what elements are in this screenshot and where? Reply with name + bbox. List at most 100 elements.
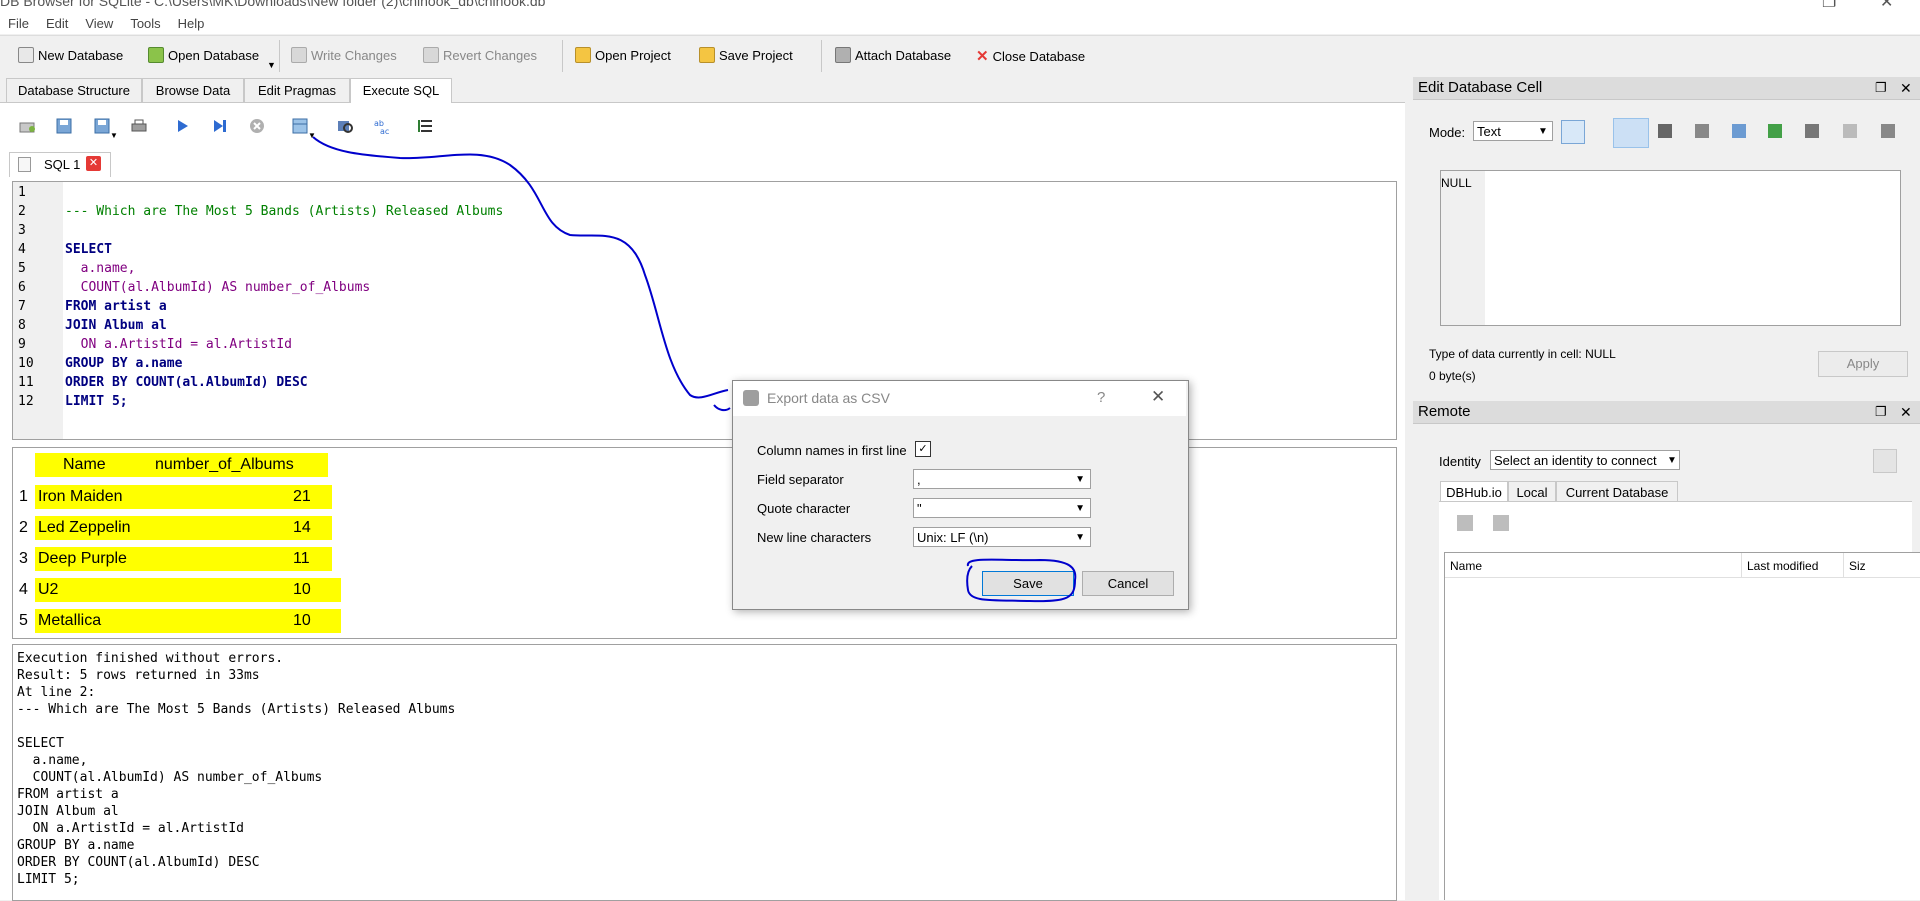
cancel-button[interactable]: Cancel: [1082, 571, 1174, 596]
column-header[interactable]: Name: [1450, 559, 1482, 573]
execution-log[interactable]: Execution finished without errors. Resul…: [12, 644, 1397, 901]
sql-editor[interactable]: 1 2 3 4 5 6 7 8 9 10 11 12 --- Which are…: [12, 181, 1397, 440]
identity-settings-icon[interactable]: [1873, 449, 1897, 473]
column-header[interactable]: Last modified: [1747, 559, 1818, 573]
save-sql-file-icon[interactable]: [93, 117, 111, 135]
results-grid[interactable]: Name number_of_Albums 1 Iron Maiden 21 2…: [12, 447, 1397, 639]
open-project-button[interactable]: Open Project: [575, 47, 671, 63]
open-project-icon: [575, 47, 591, 63]
column-names-checkbox[interactable]: ✓: [915, 441, 931, 457]
import-icon[interactable]: [1695, 124, 1709, 138]
write-changes-icon: [291, 47, 307, 63]
close-dock-icon[interactable]: ✕: [1900, 77, 1912, 99]
cell-image-icon[interactable]: [1805, 124, 1819, 138]
print-icon[interactable]: [130, 117, 148, 135]
column-header-count[interactable]: number_of_Albums: [155, 456, 294, 474]
table-cell[interactable]: 11: [293, 550, 310, 568]
code-line-2: --- Which are The Most 5 Bands (Artists)…: [65, 204, 504, 219]
table-row[interactable]: Iron Maiden: [38, 488, 123, 506]
close-database-button[interactable]: ✕ Close Database: [976, 47, 1085, 65]
code-line-4: SELECT: [65, 242, 112, 257]
table-row[interactable]: Metallica: [38, 612, 101, 630]
table-cell[interactable]: 21: [293, 488, 311, 506]
open-sql-file-icon[interactable]: [55, 117, 73, 135]
refresh-icon[interactable]: [1457, 515, 1473, 531]
save-results-view-icon[interactable]: [291, 117, 309, 135]
find-text-icon[interactable]: [336, 117, 354, 135]
help-icon[interactable]: ?: [1097, 389, 1105, 406]
float-dock-icon[interactable]: ❐: [1875, 77, 1887, 99]
table-row[interactable]: U2: [38, 581, 58, 599]
close-tab-icon[interactable]: ✕: [86, 156, 101, 171]
main-tabs: Database Structure Browse Data Edit Prag…: [0, 78, 1405, 103]
cell-size-info: 0 byte(s): [1429, 369, 1476, 383]
close-dialog-icon[interactable]: ✕: [1151, 387, 1165, 407]
open-database-dropdown-icon[interactable]: ▼: [267, 60, 276, 70]
tab-execute-sql[interactable]: Execute SQL: [350, 78, 452, 103]
column-header-name[interactable]: Name: [63, 456, 106, 474]
menu-file[interactable]: File: [0, 14, 38, 31]
table-cell[interactable]: 14: [293, 519, 311, 537]
code-line-8: JOIN Album al: [65, 318, 167, 333]
execute-all-icon[interactable]: [173, 117, 191, 135]
save-project-button[interactable]: Save Project: [699, 47, 793, 63]
close-dock-icon[interactable]: ✕: [1900, 401, 1912, 423]
table-cell[interactable]: 10: [293, 581, 311, 599]
execute-current-line-icon[interactable]: [211, 117, 229, 135]
menu-tools[interactable]: Tools: [122, 14, 169, 31]
svg-text:ac: ac: [380, 127, 389, 135]
menu-edit[interactable]: Edit: [38, 14, 77, 31]
column-header[interactable]: Siz: [1849, 559, 1866, 573]
newline-characters-select[interactable]: Unix: LF (\n) ▼: [913, 527, 1091, 547]
menu-help[interactable]: Help: [170, 14, 214, 31]
code-line-12: LIMIT 5;: [65, 394, 128, 409]
remote-header: Remote ❐ ✕: [1413, 401, 1920, 424]
export-icon[interactable]: [1732, 124, 1746, 138]
field-separator-select[interactable]: , ▼: [913, 469, 1091, 489]
sql-editor-tab[interactable]: SQL 1 ✕: [9, 152, 111, 177]
clone-icon[interactable]: [1493, 515, 1509, 531]
attach-database-icon: [835, 47, 851, 63]
stop-execution-icon[interactable]: [248, 117, 266, 135]
text-mode-icon[interactable]: [1613, 118, 1649, 148]
chevron-down-icon: ▼: [1667, 455, 1677, 466]
evaluate-icon[interactable]: [1843, 124, 1857, 138]
menu-view[interactable]: View: [77, 14, 122, 31]
word-wrap-icon[interactable]: [1658, 124, 1672, 138]
tab-edit-pragmas[interactable]: Edit Pragmas: [244, 78, 350, 102]
write-changes-button[interactable]: Write Changes: [291, 47, 397, 63]
remote-file-list[interactable]: Name Last modified Siz: [1444, 552, 1920, 900]
save-results-dropdown-icon[interactable]: ▼: [308, 131, 316, 140]
table-row[interactable]: Deep Purple: [38, 550, 127, 568]
attach-database-button[interactable]: Attach Database: [835, 47, 951, 63]
set-null-icon[interactable]: [1768, 124, 1782, 138]
print-cell-icon[interactable]: [1881, 124, 1895, 138]
revert-changes-button[interactable]: Revert Changes: [423, 47, 537, 63]
comment-toggle-icon[interactable]: [417, 117, 435, 135]
save-sql-dropdown-icon[interactable]: ▼: [110, 131, 118, 140]
save-button[interactable]: Save: [982, 571, 1074, 596]
table-cell[interactable]: 10: [293, 612, 311, 630]
auto-switch-mode-icon[interactable]: [1561, 120, 1585, 144]
title-bar: DB Browser for SQLite - C:\Users\MK\Down…: [0, 0, 1920, 14]
quote-character-select[interactable]: " ▼: [913, 498, 1091, 518]
tab-database-structure[interactable]: Database Structure: [6, 78, 142, 102]
tab-dbhub[interactable]: DBHub.io: [1440, 481, 1508, 503]
float-dock-icon[interactable]: ❐: [1875, 401, 1887, 423]
main-toolbar: New Database Open Database ▼ Write Chang…: [0, 35, 1920, 74]
new-database-button[interactable]: New Database: [18, 47, 123, 63]
open-tab-icon[interactable]: [18, 117, 36, 135]
find-replace-icon[interactable]: ab ac: [373, 117, 391, 136]
mode-select[interactable]: Text ▼: [1473, 121, 1553, 141]
table-row[interactable]: Led Zeppelin: [38, 519, 131, 537]
open-database-button[interactable]: Open Database: [148, 47, 259, 63]
close-window-icon[interactable]: ✕: [1880, 0, 1893, 12]
code-line-9: ON a.ArtistId = al.ArtistId: [65, 337, 292, 352]
tab-browse-data[interactable]: Browse Data: [142, 78, 244, 102]
maximize-icon[interactable]: ❐: [1822, 0, 1836, 12]
identity-select[interactable]: Select an identity to connect ▼: [1490, 450, 1680, 470]
tab-local[interactable]: Local: [1508, 481, 1556, 503]
tab-current-database[interactable]: Current Database: [1556, 481, 1678, 503]
cell-editor[interactable]: NULL: [1440, 170, 1901, 326]
apply-button[interactable]: Apply: [1818, 351, 1908, 377]
